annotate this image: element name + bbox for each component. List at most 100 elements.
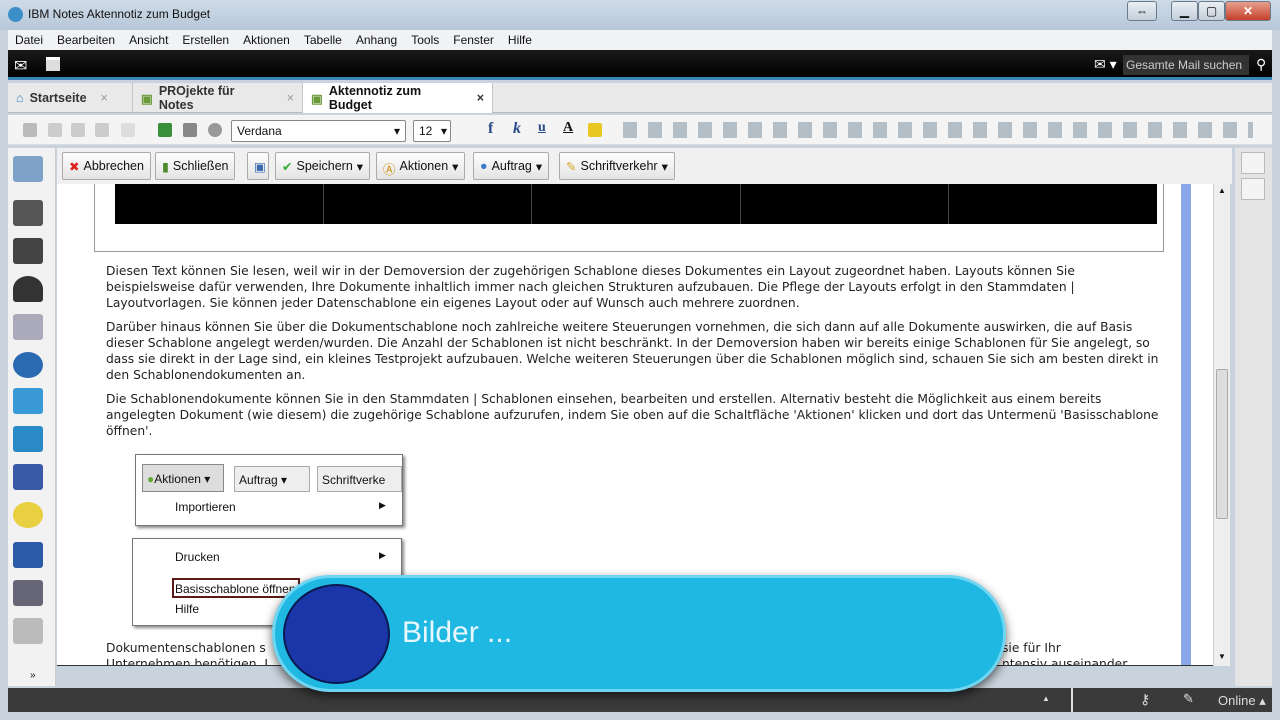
launch-bar: ✉ ✉ ▾: [8, 50, 1272, 80]
share-icon[interactable]: [13, 426, 43, 452]
mail-scope-icon[interactable]: ✉ ▾: [1094, 56, 1117, 73]
minimize-button[interactable]: ▁: [1171, 1, 1198, 21]
vertical-scrollbar[interactable]: ▲ ▼: [1213, 184, 1230, 666]
tab-label: Aktennotiz zum Budget: [328, 84, 422, 112]
menu-bearbeiten[interactable]: Bearbeiten: [50, 30, 122, 50]
right-sidebar: [1235, 148, 1272, 686]
actions-button[interactable]: Ⓐ Aktionen ▾: [376, 152, 466, 180]
close-doc-button[interactable]: ▮ Schließen: [155, 152, 236, 180]
folder-icon[interactable]: [13, 618, 43, 644]
import-icon[interactable]: [158, 123, 172, 137]
search-input[interactable]: Gesamte Mail suchen: [1123, 55, 1249, 75]
status-up-icon[interactable]: ▲: [1042, 694, 1050, 703]
italic-icon[interactable]: k: [513, 120, 521, 138]
new-icon[interactable]: [121, 123, 135, 137]
contacts-icon[interactable]: [13, 276, 43, 302]
tab-projekte[interactable]: ▣ PROjekte für Notes ×: [133, 83, 303, 113]
search-icon[interactable]: ⚲: [1256, 56, 1266, 73]
people-icon[interactable]: [13, 464, 43, 490]
paragraph: Unternehmen benötigen. I: [106, 657, 268, 666]
expand-icon[interactable]: »: [30, 670, 36, 681]
print-icon[interactable]: [183, 123, 197, 137]
lightbulb-icon[interactable]: [13, 502, 43, 528]
key-icon[interactable]: ⚷: [1140, 691, 1150, 708]
mail-icon[interactable]: ✉: [14, 56, 27, 76]
scroll-up-icon[interactable]: ▲: [1218, 186, 1226, 195]
close-icon[interactable]: ×: [477, 91, 484, 105]
menu-ansicht[interactable]: Ansicht: [122, 30, 175, 50]
online-label: Online: [1218, 693, 1256, 708]
text-color-icon[interactable]: A: [563, 120, 573, 136]
action-bar: ✖ Abbrechen ▮ Schließen ▣ ✔ Speichern ▾ Ⓐ Akt…: [57, 148, 1232, 184]
copy-icon[interactable]: [48, 123, 62, 137]
app-icon: [8, 7, 23, 22]
workspace-icon[interactable]: [13, 580, 43, 606]
bold-icon[interactable]: f: [488, 120, 493, 138]
calendar-icon[interactable]: [46, 57, 60, 71]
menu-erstellen[interactable]: Erstellen: [175, 30, 236, 50]
tab-startseite[interactable]: ⌂ Startseite ×: [8, 83, 133, 113]
chevron-down-icon: ▾: [393, 124, 400, 138]
order-button[interactable]: ● Auftrag ▾: [473, 152, 550, 180]
label: Schließen: [172, 159, 229, 173]
menu-help: Hilfe: [175, 602, 200, 616]
font-select[interactable]: Verdana ▾: [231, 120, 406, 142]
save-button[interactable]: ✔ Speichern ▾: [275, 152, 371, 180]
window-title: IBM Notes Aktennotiz zum Budget: [28, 7, 211, 21]
menu-print: Drucken: [175, 550, 220, 564]
calendar-icon[interactable]: [13, 238, 43, 264]
paragraph: sie für Ihr: [1002, 641, 1061, 655]
format-icons[interactable]: [623, 122, 1253, 138]
submenu-arrow-icon: ▶: [379, 550, 386, 560]
tab-label: Startseite: [29, 91, 87, 105]
paste-icon[interactable]: [71, 123, 85, 137]
menu-import: Importieren: [175, 500, 236, 514]
replication-icon[interactable]: [13, 352, 43, 378]
tab-aktennotiz[interactable]: ▣ Aktennotiz zum Budget ×: [303, 83, 493, 113]
tab-bar: ⌂ Startseite × ▣ PROjekte für Notes × ▣ Akten…: [8, 83, 1272, 113]
calendar-icon[interactable]: [1241, 178, 1265, 200]
x-icon: ✖: [69, 160, 80, 174]
paragraph: ntensiv auseinander: [1002, 657, 1128, 666]
menu-tools[interactable]: Tools: [404, 30, 446, 50]
cancel-button[interactable]: ✖ Abbrechen: [62, 152, 151, 180]
save-icon-button[interactable]: ▣: [247, 152, 269, 180]
todo-icon[interactable]: [13, 314, 43, 340]
online-status[interactable]: Online ▴: [1218, 693, 1266, 709]
menu-base-template: Basisschablone öffnen: [172, 578, 300, 598]
location-icon[interactable]: ✎: [1183, 691, 1194, 707]
clipboard-icon[interactable]: [13, 388, 43, 414]
link-icon[interactable]: [95, 123, 109, 137]
binoculars-icon[interactable]: [13, 156, 43, 182]
paragraph: Darüber hinaus können Sie über die Dokum…: [106, 320, 1159, 382]
menu-hilfe[interactable]: Hilfe: [501, 30, 539, 50]
underline-icon[interactable]: u: [538, 120, 546, 136]
menu-anhang[interactable]: Anhang: [349, 30, 404, 50]
correspondence-button[interactable]: ✎ Schriftverkehr ▾: [559, 152, 675, 180]
close-icon[interactable]: ×: [101, 91, 108, 105]
scroll-down-icon[interactable]: ▼: [1218, 652, 1226, 661]
scroll-thumb[interactable]: [1216, 369, 1228, 519]
briefcase-icon[interactable]: [1241, 152, 1265, 174]
menu-aktionen[interactable]: Aktionen: [236, 30, 297, 50]
menu-datei[interactable]: Datei: [8, 30, 50, 50]
menu-fenster[interactable]: Fenster: [446, 30, 501, 50]
resize-icon[interactable]: ⇔: [1127, 1, 1157, 21]
size-value: 12: [419, 124, 433, 138]
highlight-icon[interactable]: [588, 123, 602, 137]
maximize-button[interactable]: ▢: [1198, 1, 1225, 21]
close-button[interactable]: ✕: [1225, 1, 1271, 21]
document-icon: ▣: [311, 91, 323, 106]
chevron-down-icon: ▾: [535, 160, 543, 174]
stop-icon[interactable]: [208, 123, 222, 137]
size-select[interactable]: 12 ▾: [413, 120, 451, 142]
label: Auftrag: [239, 473, 278, 487]
favorites-icon[interactable]: [13, 542, 43, 568]
mail-icon[interactable]: [13, 200, 43, 226]
home-icon: ⌂: [16, 91, 24, 105]
disk-icon: ▣: [254, 160, 266, 174]
tab-label: PROjekte für Notes: [158, 84, 235, 112]
cut-icon[interactable]: [23, 123, 37, 137]
close-icon[interactable]: ×: [287, 91, 294, 105]
menu-tabelle[interactable]: Tabelle: [297, 30, 349, 50]
